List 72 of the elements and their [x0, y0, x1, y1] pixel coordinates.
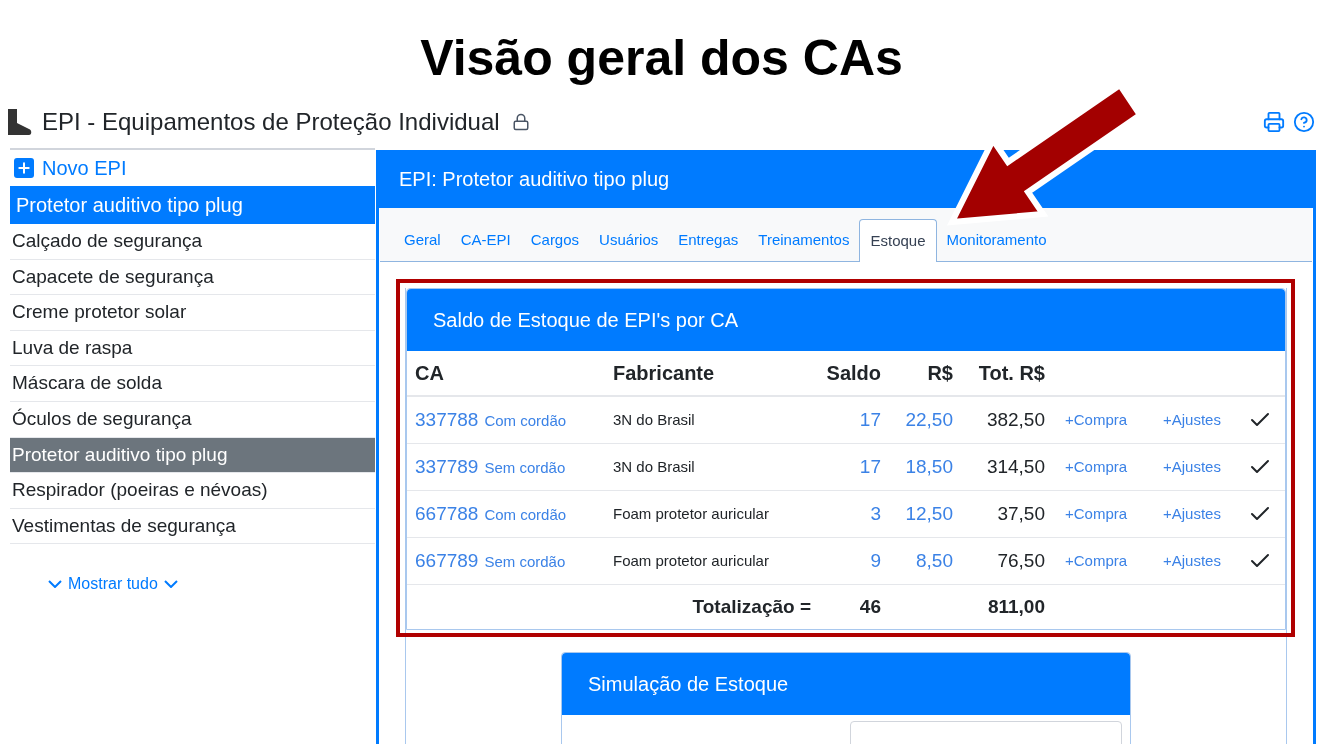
sidebar-item[interactable]: Capacete de segurança: [10, 259, 375, 296]
card-header: Simulação de Estoque: [562, 653, 1130, 715]
manufacturer-cell-text: 3N do Brasil: [613, 409, 696, 430]
totals-label: Totalização =: [691, 594, 812, 619]
balance-link[interactable]: 9: [813, 546, 883, 576]
ca-description: Com cordão: [484, 410, 567, 431]
tab[interactable]: Geral: [394, 219, 451, 261]
chevron-down-icon: [48, 580, 62, 589]
ca-number-link[interactable]: 667788: [415, 499, 479, 529]
ca-description: Com cordão: [484, 504, 567, 525]
adjust-link[interactable]: +Ajustes: [1147, 455, 1242, 479]
adjust-link[interactable]: +Ajustes: [1147, 549, 1242, 573]
show-all-label: Mostrar tudo: [68, 574, 158, 595]
tab[interactable]: CA-EPI: [450, 219, 521, 261]
help-icon[interactable]: [1293, 111, 1315, 133]
totals-balance: 46: [858, 594, 882, 619]
purchase-link[interactable]: +Compra: [1047, 549, 1147, 573]
adjust-link[interactable]: +Ajustes: [1147, 408, 1242, 432]
purchase-link[interactable]: +Compra: [1047, 455, 1147, 479]
tab[interactable]: Monitoramento: [936, 219, 1057, 261]
total-cell-text: 37,50: [996, 501, 1046, 526]
column-header: R$: [926, 361, 954, 386]
sidebar-item[interactable]: Creme protetor solar: [10, 295, 375, 331]
page-title: EPI - Equipamentos de Proteção Individual: [42, 107, 500, 137]
totals-amount: 811,00: [986, 594, 1046, 619]
manufacturer-cell-text: Foam protetor auricular: [613, 550, 770, 571]
column-header: Tot. R$: [977, 361, 1046, 386]
card-header: Saldo de Estoque de EPI's por CA: [407, 289, 1285, 351]
ca-number-link[interactable]: 337789: [415, 452, 479, 482]
price-link[interactable]: 18,50: [883, 452, 955, 482]
adjust-link[interactable]: +Ajustes: [1147, 502, 1242, 526]
chevron-down-icon: [163, 580, 178, 589]
balance-link[interactable]: 3: [813, 499, 883, 529]
manufacturer-cell-text: 3N do Brasil: [613, 456, 696, 477]
sidebar-item[interactable]: Vestimentas de segurança: [10, 508, 375, 545]
panel-header: EPI: Protetor auditivo tipo plug: [379, 150, 1313, 208]
current-epi-header: Protetor auditivo tipo plug: [10, 186, 375, 224]
purchase-link[interactable]: +Compra: [1047, 408, 1147, 432]
sidebar-item[interactable]: Calçado de segurança: [10, 224, 375, 260]
print-icon[interactable]: [1263, 111, 1285, 133]
total-cell-text: 76,50: [996, 548, 1046, 573]
tab[interactable]: Entregas: [668, 219, 749, 261]
balance-link[interactable]: 17: [813, 405, 883, 435]
show-all-link[interactable]: Mostrar tudo: [48, 572, 178, 597]
manufacturer-cell-text: Foam protetor auricular: [613, 503, 770, 524]
new-epi-button[interactable]: Novo EPI: [10, 150, 375, 186]
purchase-link[interactable]: +Compra: [1047, 502, 1147, 526]
price-link[interactable]: 8,50: [883, 546, 955, 576]
total-cell-text: 314,50: [985, 454, 1046, 479]
sidebar-item[interactable]: Óculos de segurança: [10, 401, 375, 438]
sidebar-item[interactable]: Luva de raspa: [10, 330, 375, 367]
sidebar-item[interactable]: Respirador (poeiras e névoas): [10, 473, 375, 509]
column-header: Saldo: [825, 361, 882, 386]
ca-description: Sem cordão: [484, 457, 566, 478]
lock-icon: [511, 113, 530, 131]
total-cell-text: 382,50: [985, 407, 1046, 432]
column-header: CA: [415, 361, 445, 386]
tab[interactable]: Estoque: [859, 219, 937, 262]
ca-number-link[interactable]: 667789: [415, 546, 479, 576]
ca-description: Sem cordão: [484, 551, 566, 572]
price-link[interactable]: 12,50: [883, 499, 955, 529]
tab[interactable]: Cargos: [520, 219, 590, 261]
tab[interactable]: Usuários: [589, 219, 669, 261]
tab[interactable]: Treinamentos: [748, 219, 860, 261]
column-header: Fabricante: [613, 361, 716, 386]
balance-link[interactable]: 17: [813, 452, 883, 482]
sidebar-item[interactable]: Máscara de solda: [10, 366, 375, 402]
plus-icon: [14, 158, 34, 178]
ca-number-link[interactable]: 337788: [415, 405, 479, 435]
slide-title: Visão geral dos CAs: [420, 30, 903, 88]
sidebar-item[interactable]: Protetor auditivo tipo plug: [10, 437, 375, 474]
price-link[interactable]: 22,50: [883, 405, 955, 435]
